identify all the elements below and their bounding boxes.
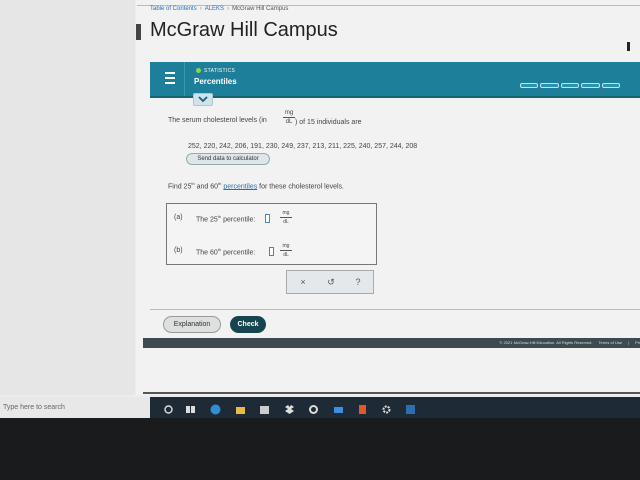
actions-divider xyxy=(150,309,640,310)
menu-icon[interactable] xyxy=(165,72,175,84)
breadcrumb-current: McGraw Hill Campus xyxy=(232,6,289,12)
send-to-calculator-button[interactable]: Send data to calculator xyxy=(186,153,270,165)
answer-panel: (a) The 25th percentile: mg dL (b) The 60… xyxy=(166,203,377,265)
page-bottom-border xyxy=(143,392,640,394)
footer-bar: © 2021 McGraw-Hill Education. All Rights… xyxy=(143,338,640,348)
mail-icon[interactable] xyxy=(333,402,344,413)
part-a-unit: mg dL xyxy=(280,210,292,225)
subject-label: STATISTICS xyxy=(196,68,235,74)
edge-icon[interactable] xyxy=(210,402,221,415)
windows-taskbar: Type here to search xyxy=(0,397,640,418)
collapse-header-button[interactable] xyxy=(193,93,213,106)
percentiles-link[interactable]: percentiles xyxy=(223,183,257,190)
terms-link[interactable]: Terms of Use xyxy=(599,340,623,345)
sidebar-toggle-handle[interactable] xyxy=(136,24,141,40)
part-a-text: The 25th percentile: xyxy=(196,214,256,224)
office-icon[interactable] xyxy=(357,402,368,414)
taskbar-search-input[interactable]: Type here to search xyxy=(0,397,150,418)
monitor-bezel xyxy=(0,418,640,480)
breadcrumb: Table of Contents › ALEKS › McGraw Hill Camp… xyxy=(150,6,289,12)
answer-tools: × ↺ ? xyxy=(286,270,374,294)
more-icon[interactable] xyxy=(627,42,630,51)
app-icon[interactable] xyxy=(308,402,319,414)
page-body xyxy=(136,0,640,395)
store-icon[interactable] xyxy=(259,402,270,414)
chevron-down-icon xyxy=(198,96,208,103)
part-a-answer-input[interactable] xyxy=(265,214,270,223)
footer-text: © 2021 McGraw-Hill Education. All Rights… xyxy=(499,340,640,345)
intro-unit: mg dL xyxy=(283,110,295,125)
copyright-text: © 2021 McGraw-Hill Education. All Rights… xyxy=(499,340,593,345)
breadcrumb-aleks[interactable]: ALEKS xyxy=(205,6,224,12)
data-list: 252, 220, 242, 206, 191, 230, 249, 237, … xyxy=(188,143,418,150)
file-explorer-icon[interactable] xyxy=(235,402,246,414)
status-dot-icon xyxy=(196,68,201,73)
screen: Table of Contents › ALEKS › McGraw Hill Camp… xyxy=(0,0,640,418)
header-underline xyxy=(150,96,640,98)
question-intro: The serum cholesterol levels (in xyxy=(168,117,267,124)
help-icon[interactable]: ? xyxy=(351,275,365,289)
page-title: McGraw Hill Campus xyxy=(150,19,338,41)
part-b-unit: mg dL xyxy=(280,243,292,258)
settings-icon[interactable] xyxy=(381,402,392,414)
part-b-answer-input[interactable] xyxy=(269,247,274,256)
question-intro-end: ) of 15 individuals are xyxy=(295,119,362,126)
progress-bar xyxy=(520,83,621,88)
photos-icon[interactable] xyxy=(405,402,416,414)
explanation-button[interactable]: Explanation xyxy=(163,316,221,333)
topic-title: Percentiles xyxy=(194,77,237,86)
cortana-icon[interactable] xyxy=(163,402,174,414)
page-left-margin xyxy=(0,0,135,395)
undo-icon[interactable]: ↺ xyxy=(324,275,338,289)
aleks-header: STATISTICS Percentiles xyxy=(150,62,640,96)
part-b-label: (b) xyxy=(174,247,183,254)
check-button[interactable]: Check xyxy=(230,316,266,333)
clear-icon[interactable]: × xyxy=(296,275,310,289)
privacy-link[interactable]: Pri xyxy=(635,340,640,345)
task-view-icon[interactable] xyxy=(185,402,196,413)
dropbox-icon[interactable] xyxy=(284,402,295,414)
breadcrumb-table-of-contents[interactable]: Table of Contents xyxy=(150,6,197,12)
find-instruction: Find 25th and 60th percentiles for these… xyxy=(168,181,344,191)
header-divider xyxy=(184,62,185,96)
part-a-label: (a) xyxy=(174,214,183,221)
part-b-text: The 60th percentile: xyxy=(196,247,256,257)
